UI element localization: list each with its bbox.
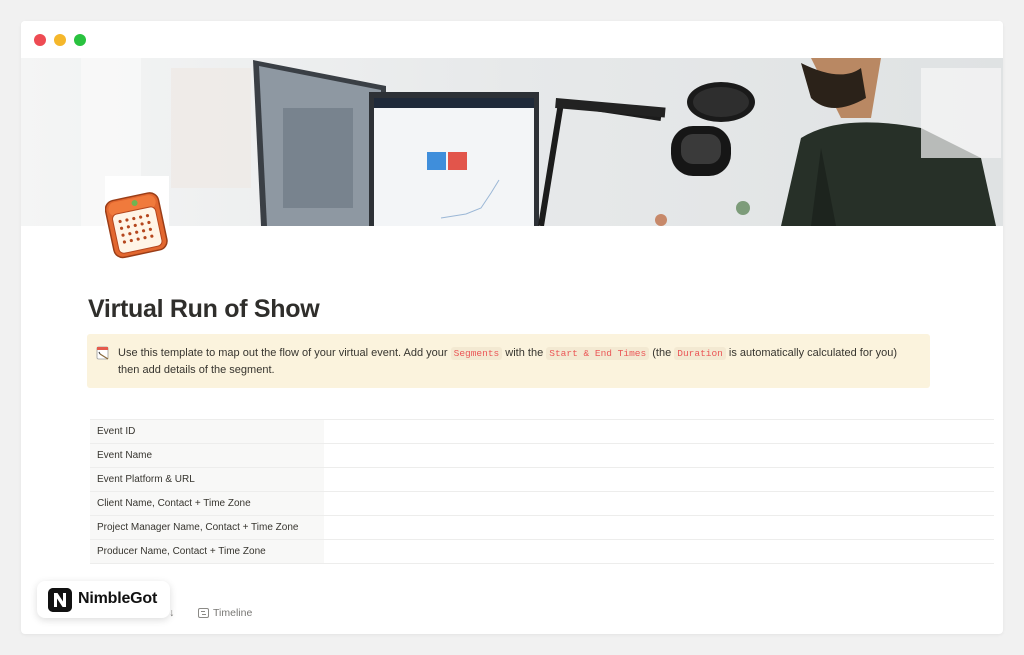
page-title: Virtual Run of Show <box>88 295 320 323</box>
property-label[interactable]: Producer Name, Contact + Time Zone <box>90 540 324 563</box>
property-label[interactable]: Client Name, Contact + Time Zone <box>90 492 324 515</box>
callout-text-part: (the <box>649 347 675 359</box>
callout-text-part: with the <box>502 347 547 359</box>
property-row-client: Client Name, Contact + Time Zone <box>90 492 994 516</box>
code-segments: Segments <box>450 347 503 360</box>
minimize-window-button[interactable] <box>54 34 66 46</box>
watermark-text: NimbleGot <box>78 590 158 607</box>
callout-block[interactable]: Use this template to map out the flow of… <box>87 334 930 388</box>
property-row-event-platform: Event Platform & URL <box>90 468 994 492</box>
view-tab-timeline-label: Timeline <box>213 607 253 619</box>
property-label[interactable]: Event Name <box>90 444 324 467</box>
maximize-window-button[interactable] <box>74 34 86 46</box>
property-row-event-name: Event Name <box>90 444 994 468</box>
property-label[interactable]: Project Manager Name, Contact + Time Zon… <box>90 516 324 539</box>
view-tab-timeline[interactable]: Timeline <box>198 605 252 621</box>
nimblegot-watermark: NimbleGot <box>37 581 170 618</box>
close-window-button[interactable] <box>34 34 46 46</box>
property-value[interactable] <box>324 492 994 515</box>
nimblegot-logo-icon <box>48 588 72 612</box>
property-label[interactable]: Event ID <box>90 420 324 443</box>
calendar-pencil-icon <box>96 346 109 360</box>
property-row-project-manager: Project Manager Name, Contact + Time Zon… <box>90 516 994 540</box>
code-start-end-times: Start & End Times <box>546 347 650 360</box>
property-value[interactable] <box>324 468 994 491</box>
timeline-icon <box>198 608 209 618</box>
property-label[interactable]: Event Platform & URL <box>90 468 324 491</box>
app-window: Virtual Run of Show Use this template to… <box>21 21 1003 634</box>
properties-table: Event ID Event Name Event Platform & URL… <box>90 419 994 564</box>
property-value[interactable] <box>324 444 994 467</box>
callout-text: Use this template to map out the flow of… <box>118 345 918 378</box>
property-row-event-id: Event ID <box>90 420 994 444</box>
property-value[interactable] <box>324 420 994 443</box>
property-value[interactable] <box>324 516 994 539</box>
property-row-producer: Producer Name, Contact + Time Zone <box>90 540 994 564</box>
callout-text-part: Use this template to map out the flow of… <box>118 347 451 359</box>
property-value[interactable] <box>324 540 994 563</box>
window-titlebar <box>21 21 1003 58</box>
calendar-icon[interactable] <box>105 176 169 262</box>
code-duration: Duration <box>674 347 726 360</box>
